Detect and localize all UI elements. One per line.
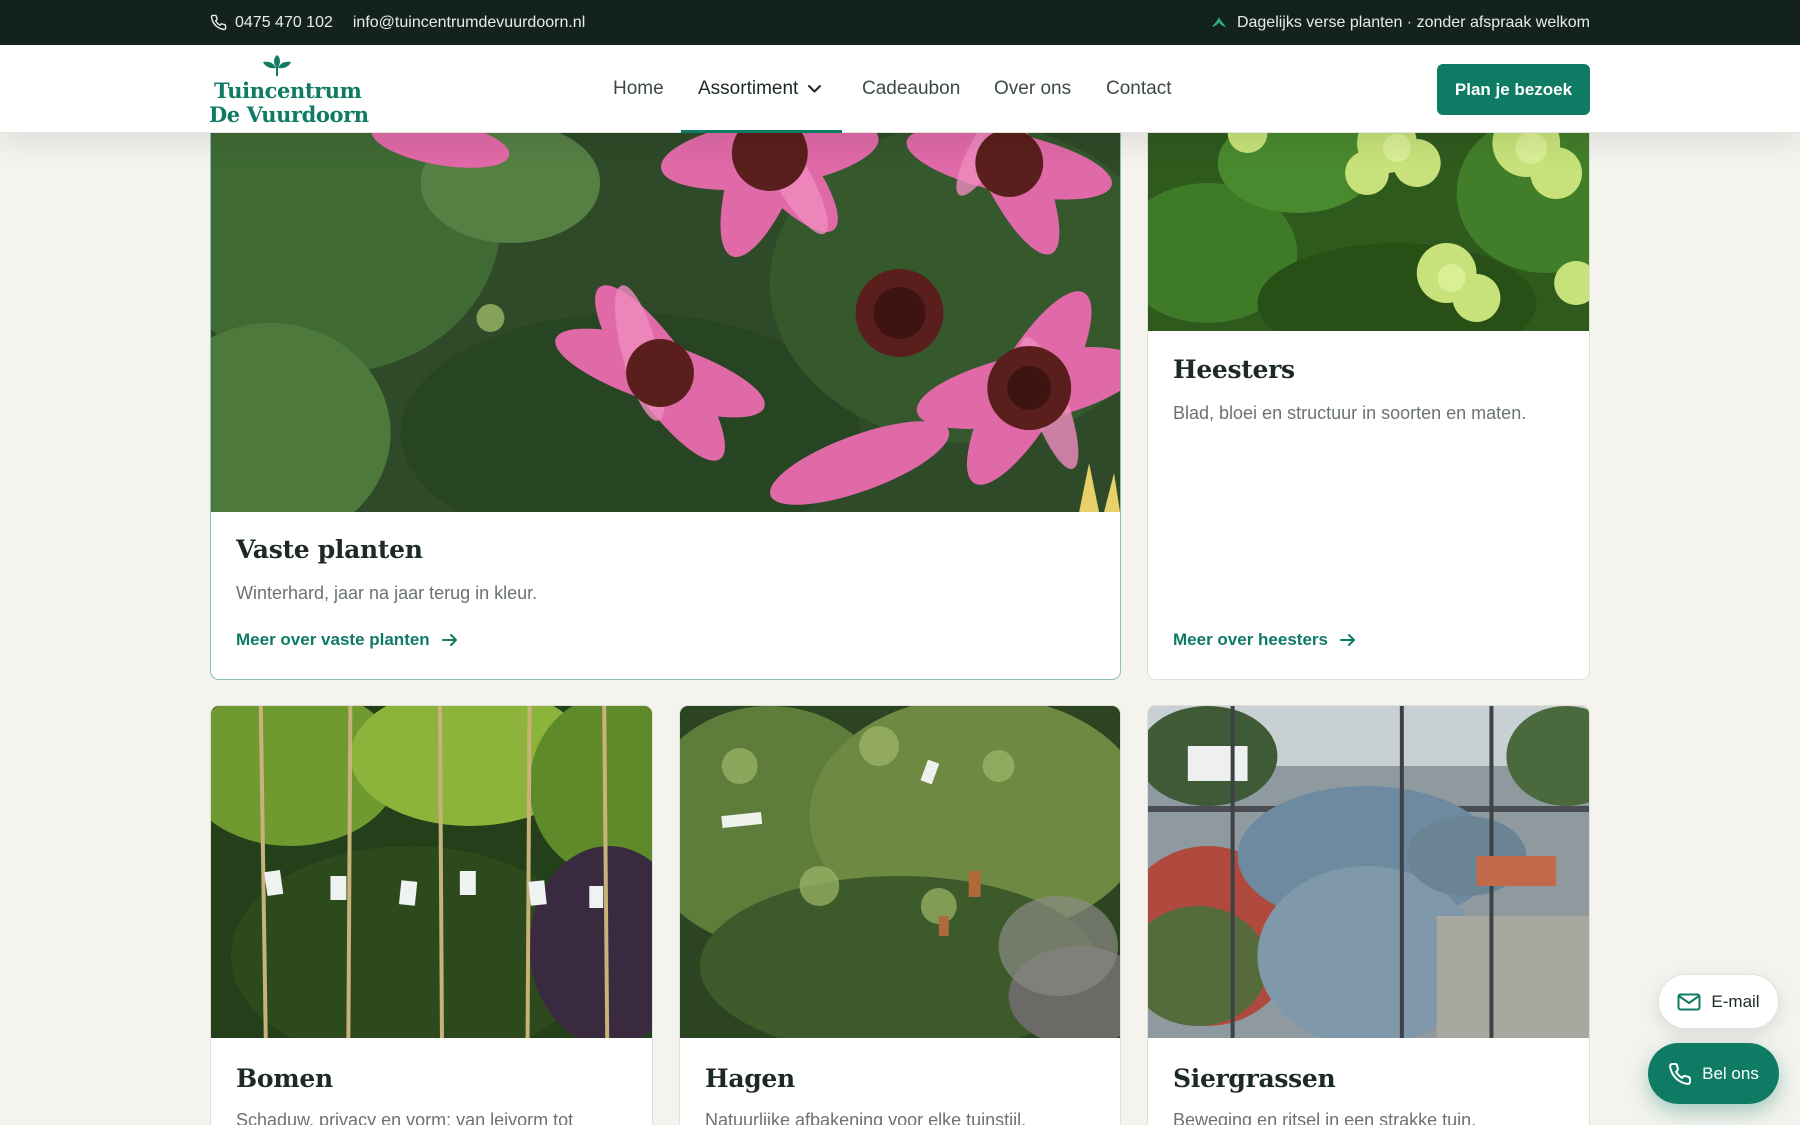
floating-call-button[interactable]: Bel ons	[1648, 1043, 1779, 1104]
siergrassen-description: Beweging en ritsel in een strakke tuin.	[1173, 1110, 1477, 1125]
topbar-phone-link[interactable]: 0475 470 102	[210, 14, 333, 32]
nav-assortiment-label: Assortiment	[698, 78, 799, 99]
hagen-description: Natuurlijke afbakening voor elke tuinsti…	[705, 1110, 1027, 1125]
nav-assortiment[interactable]: Assortiment	[680, 45, 843, 133]
topbar-email-link[interactable]: info@tuincentrumdevuurdoorn.nl	[353, 14, 585, 32]
chevron-down-icon	[808, 85, 822, 93]
plan-visit-button[interactable]: Plan je bezoek	[1437, 64, 1590, 115]
nav-over-ons[interactable]: Over ons	[994, 45, 1071, 133]
top-info-bar: 0475 470 102 info@tuincentrumdevuurdoorn…	[0, 0, 1800, 45]
bomen-image	[211, 706, 652, 1038]
mail-icon	[1677, 993, 1701, 1010]
siergrassen-image	[1148, 706, 1589, 1038]
nav-over-ons-label: Over ons	[994, 78, 1072, 99]
vaste-planten-image	[211, 103, 1120, 512]
nav-contact-label: Contact	[1106, 78, 1172, 99]
nav-cadeaubon-label: Cadeaubon	[862, 78, 961, 99]
category-card-hagen[interactable]: Hagen Natuurlijke afbakening voor elke t…	[679, 705, 1121, 1125]
vaste-planten-more-label: Meer over vaste planten	[236, 630, 430, 649]
topbar-phone-text: 0475 470 102	[235, 13, 333, 31]
hagen-image	[680, 706, 1120, 1038]
floating-email-label: E-mail	[1711, 991, 1760, 1011]
floating-call-label: Bel ons	[1702, 1063, 1759, 1083]
nav-home[interactable]: Home	[613, 45, 664, 133]
nav-cadeaubon[interactable]: Cadeaubon	[862, 45, 960, 133]
hagen-title: Hagen	[705, 1064, 795, 1093]
category-card-heesters[interactable]: Heesters Blad, bloei en structuur in soo…	[1147, 102, 1590, 680]
category-card-bomen[interactable]: Bomen Schaduw, privacy en vorm: van leiv…	[210, 705, 653, 1125]
floating-email-button[interactable]: E-mail	[1658, 974, 1779, 1029]
arrow-right-icon	[1339, 634, 1355, 646]
category-card-siergrassen[interactable]: Siergrassen Beweging en ritsel in een st…	[1147, 705, 1590, 1125]
heesters-image	[1148, 103, 1589, 331]
site-header: Tuincentrum De Vuurdoorn Home Assortimen…	[0, 45, 1800, 133]
nav-home-label: Home	[613, 78, 664, 99]
heesters-more-link[interactable]: Meer over heesters	[1173, 630, 1356, 650]
topbar-notice: Dagelijks verse planten · zonder afspraa…	[1236, 13, 1590, 31]
bomen-description: Schaduw, privacy en vorm: van leivorm to…	[236, 1110, 574, 1125]
siergrassen-title: Siergrassen	[1173, 1064, 1336, 1093]
phone-icon	[210, 14, 227, 31]
heesters-description: Blad, bloei en structuur in soorten en m…	[1173, 403, 1527, 423]
category-card-vaste-planten[interactable]: Vaste planten Winterhard, jaar na jaar t…	[210, 102, 1121, 680]
topbar-email-text: info@tuincentrumdevuurdoorn.nl	[352, 13, 586, 31]
heesters-more-label: Meer over heesters	[1173, 630, 1328, 649]
arrow-right-icon	[441, 634, 457, 646]
phone-icon	[1669, 1062, 1692, 1085]
heesters-title: Heesters	[1173, 355, 1295, 384]
bomen-title: Bomen	[236, 1064, 333, 1093]
vaste-planten-description: Winterhard, jaar na jaar terug in kleur.	[236, 583, 538, 603]
leaf-icon	[1211, 16, 1226, 27]
vaste-planten-more-link[interactable]: Meer over vaste planten	[236, 630, 458, 650]
vaste-planten-title: Vaste planten	[236, 535, 423, 564]
nav-contact[interactable]: Contact	[1106, 45, 1171, 133]
